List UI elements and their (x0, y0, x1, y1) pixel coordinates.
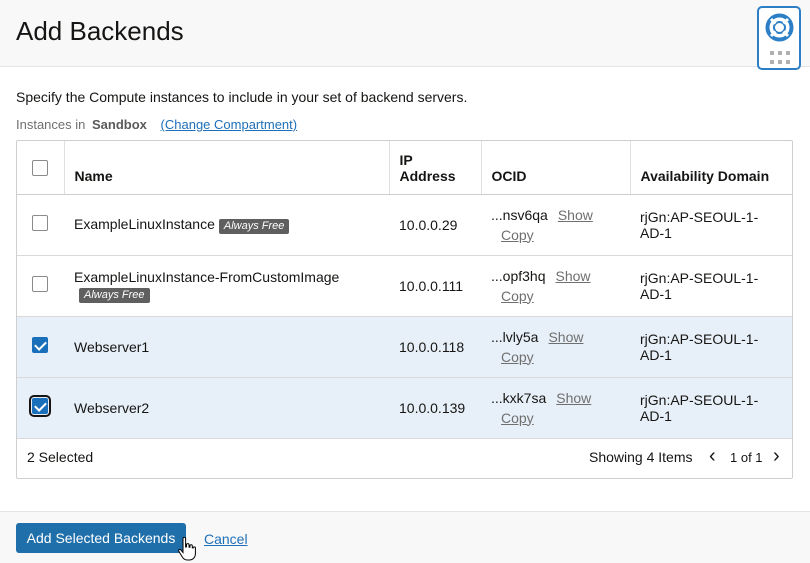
chevron-right-icon[interactable]: › (773, 445, 780, 468)
dialog-footer: Add Selected Backends Cancel (0, 511, 810, 563)
instances-table: Name IP Address OCID Availability Domain… (16, 140, 793, 479)
add-selected-backends-button[interactable]: Add Selected Backends (16, 523, 186, 553)
showing-count: Showing 4 Items (589, 449, 693, 465)
table-row[interactable]: Webserver1 10.0.0.118 ...lvly5a Show Copy… (17, 316, 792, 378)
ocid-cell: ...opf3hq Show Copy (481, 255, 630, 317)
selected-count: 2 Selected (27, 449, 94, 465)
table-footer: 2 Selected Showing 4 Items ‹ 1 of 1 › (17, 437, 792, 478)
lifebuoy-icon (765, 13, 794, 42)
row-checkbox[interactable] (32, 276, 48, 292)
instance-name: ExampleLinuxInstance-FromCustomImage (74, 268, 340, 285)
show-ocid-link[interactable]: Show (556, 268, 591, 284)
ocid-value: ...kxk7sa (491, 389, 547, 406)
ip-address: 10.0.0.118 (389, 316, 481, 378)
ocid-value: ...nsv6qa (491, 206, 548, 223)
copy-ocid-link[interactable]: Copy (501, 225, 534, 245)
availability-domain: rjGn:AP-SEOUL-1-AD-1 (630, 255, 792, 317)
column-header-ip[interactable]: IP Address (389, 141, 482, 195)
dialog-header: Add Backends (0, 0, 810, 67)
ocid-cell: ...lvly5a Show Copy (481, 316, 630, 378)
show-ocid-link[interactable]: Show (548, 329, 583, 345)
help-widget[interactable] (757, 6, 801, 70)
intro-text: Specify the Compute instances to include… (16, 89, 468, 105)
select-all-checkbox[interactable] (32, 160, 48, 176)
column-header-ad[interactable]: Availability Domain (630, 141, 792, 195)
availability-domain: rjGn:AP-SEOUL-1-AD-1 (630, 316, 792, 378)
table-header-row: Name IP Address OCID Availability Domain (17, 141, 792, 195)
ip-address: 10.0.0.139 (389, 377, 481, 439)
select-all-cell (17, 141, 65, 195)
show-ocid-link[interactable]: Show (558, 207, 593, 223)
hand-pointer-icon (178, 537, 196, 561)
availability-domain: rjGn:AP-SEOUL-1-AD-1 (630, 194, 792, 256)
change-compartment-link[interactable]: (Change Compartment) (161, 117, 298, 132)
dialog-title: Add Backends (16, 16, 184, 46)
compartment-row: Instances in Sandbox (Change Compartment… (16, 117, 297, 132)
instance-name-cell: ExampleLinuxInstance Always Free (64, 194, 389, 256)
row-checkbox[interactable] (32, 337, 48, 353)
table-row[interactable]: ExampleLinuxInstance Always Free 10.0.0.2… (17, 194, 792, 256)
instance-name: Webserver2 (64, 377, 389, 439)
chevron-left-icon[interactable]: ‹ (709, 445, 716, 468)
always-free-badge: Always Free (218, 218, 290, 234)
compartment-name: Sandbox (92, 117, 147, 132)
instances-label: Instances in (16, 117, 86, 132)
column-header-ocid[interactable]: OCID (481, 141, 631, 195)
page-indicator: 1 of 1 (730, 450, 763, 465)
show-ocid-link[interactable]: Show (556, 390, 591, 406)
copy-ocid-link[interactable]: Copy (501, 286, 534, 306)
ip-address: 10.0.0.29 (389, 194, 481, 256)
cancel-link[interactable]: Cancel (204, 531, 248, 547)
column-header-name[interactable]: Name (64, 141, 390, 195)
instance-name: Webserver1 (64, 316, 389, 378)
ocid-cell: ...nsv6qa Show Copy (481, 194, 630, 256)
instance-name-cell: ExampleLinuxInstance-FromCustomImage Alwa… (64, 255, 389, 317)
always-free-badge: Always Free (79, 287, 150, 303)
ocid-value: ...opf3hq (491, 267, 546, 284)
instance-name: ExampleLinuxInstance (74, 215, 215, 232)
row-checkbox[interactable] (29, 395, 51, 417)
ip-address: 10.0.0.111 (389, 255, 481, 317)
grid-dots-icon (770, 51, 790, 65)
row-checkbox[interactable] (32, 215, 48, 231)
availability-domain: rjGn:AP-SEOUL-1-AD-1 (630, 377, 792, 439)
table-row[interactable]: ExampleLinuxInstance-FromCustomImage Alwa… (17, 255, 792, 317)
table-row[interactable]: Webserver2 10.0.0.139 ...kxk7sa Show Copy… (17, 377, 792, 439)
copy-ocid-link[interactable]: Copy (501, 408, 534, 428)
ocid-cell: ...kxk7sa Show Copy (481, 377, 630, 439)
ocid-value: ...lvly5a (491, 328, 539, 345)
copy-ocid-link[interactable]: Copy (501, 347, 534, 367)
